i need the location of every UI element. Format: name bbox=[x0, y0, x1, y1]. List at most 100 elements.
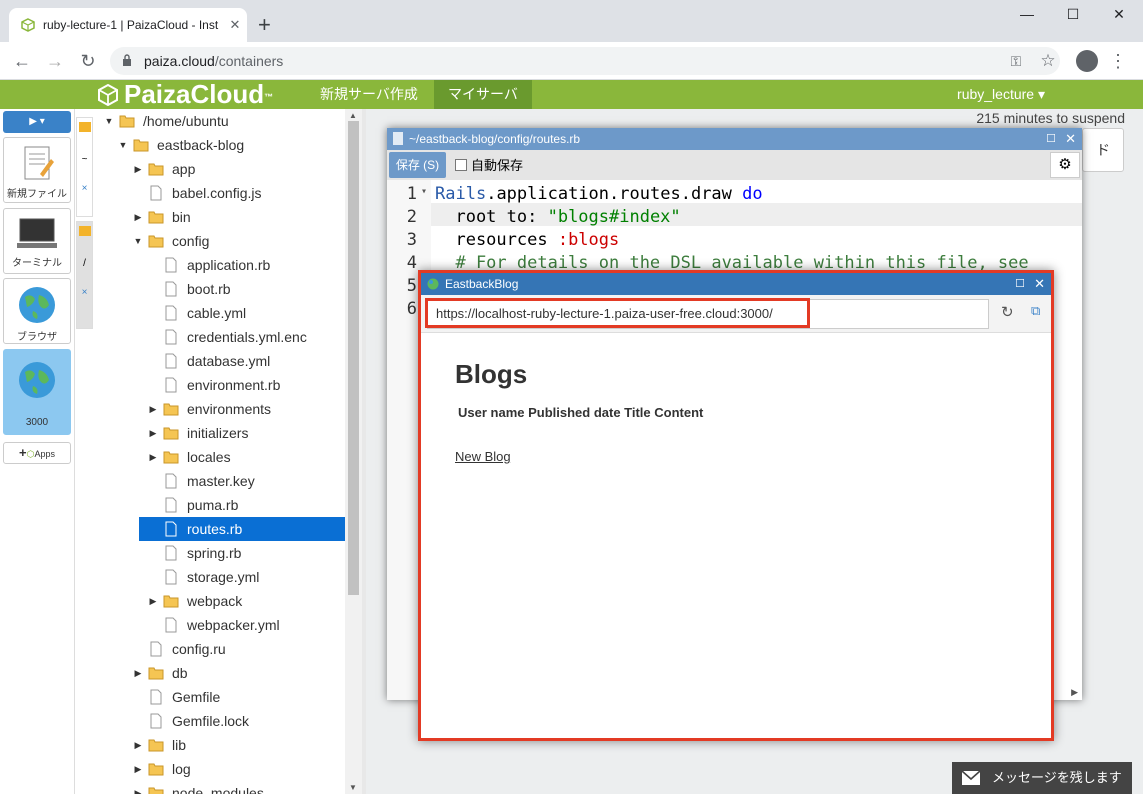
user-menu[interactable]: ruby_lecture ▾ bbox=[957, 80, 1045, 109]
preview-maximize-icon[interactable]: ☐ bbox=[1015, 273, 1025, 295]
file-icon bbox=[150, 185, 162, 201]
apps-button[interactable]: +⬡Apps bbox=[3, 442, 71, 464]
caret-right-icon[interactable]: ▶ bbox=[147, 397, 159, 421]
tree-item[interactable]: cable.yml bbox=[147, 301, 345, 325]
editor-titlebar[interactable]: ~/eastback-blog/config/routes.rb ☐ ✕ bbox=[387, 128, 1082, 150]
browser-tab[interactable]: ruby-lecture-1 | PaizaCloud - Inst ✕ bbox=[9, 8, 247, 42]
tree-item[interactable]: ▶ webpack bbox=[147, 589, 345, 613]
tree-item[interactable]: storage.yml bbox=[147, 565, 345, 589]
tree-item[interactable]: spring.rb bbox=[147, 541, 345, 565]
caret-down-icon[interactable]: ▼ bbox=[103, 109, 115, 133]
tree-item[interactable]: ▼ /home/ubuntu bbox=[103, 109, 345, 133]
paiza-header: PaizaCloud ™ 新規サーバ作成 マイサーバ ruby_lecture ▾ bbox=[0, 80, 1143, 109]
tree-item[interactable]: ▶ bin bbox=[132, 205, 345, 229]
browser-button[interactable]: ブラウザ bbox=[3, 278, 71, 344]
tree-item[interactable]: Gemfile.lock bbox=[132, 709, 345, 733]
code-token: draw bbox=[690, 184, 743, 204]
tree-item-label: app bbox=[172, 161, 196, 177]
tree-item[interactable]: database.yml bbox=[147, 349, 345, 373]
preview-reload-icon[interactable]: ↻ bbox=[1001, 303, 1014, 321]
forward-icon[interactable]: → bbox=[43, 50, 67, 72]
key-icon[interactable]: ⚿ bbox=[1004, 50, 1028, 72]
tree-item-label: node_modules bbox=[172, 785, 264, 794]
file-tab-2[interactable]: / × bbox=[76, 221, 93, 329]
caret-right-icon[interactable]: ▶ bbox=[132, 205, 144, 229]
caret-down-icon[interactable]: ▼ bbox=[132, 229, 144, 253]
tree-item[interactable]: babel.config.js bbox=[132, 181, 345, 205]
chrome-tab-strip: ruby-lecture-1 | PaizaCloud - Inst ✕ + —… bbox=[0, 0, 1143, 42]
editor-scroll-right-icon[interactable]: ▶ bbox=[1071, 687, 1078, 698]
maximize-icon[interactable]: ☐ bbox=[1050, 6, 1096, 26]
tree-item[interactable]: puma.rb bbox=[147, 493, 345, 517]
caret-right-icon[interactable]: ▶ bbox=[132, 781, 144, 794]
caret-right-icon[interactable]: ▶ bbox=[147, 421, 159, 445]
save-button[interactable]: 保存 (S) bbox=[389, 152, 446, 178]
preview-close-icon[interactable]: ✕ bbox=[1034, 273, 1045, 295]
browser-label: ブラウザ bbox=[17, 332, 57, 343]
file-tab-1[interactable]: ~ × bbox=[76, 117, 93, 217]
tree-item[interactable]: ▶ app bbox=[132, 157, 345, 181]
page-heading: Blogs bbox=[455, 359, 528, 389]
apps-label: Apps bbox=[34, 449, 55, 459]
tree-item[interactable]: ▶ node_modules bbox=[132, 781, 345, 794]
tree-item[interactable]: boot.rb bbox=[147, 277, 345, 301]
code-token: . bbox=[486, 184, 497, 204]
minimize-icon[interactable]: — bbox=[1004, 6, 1050, 26]
preview-titlebar[interactable]: EastbackBlog ☐ ✕ bbox=[421, 273, 1051, 295]
tree-item[interactable]: ▶ environments bbox=[147, 397, 345, 421]
menu-my-server[interactable]: マイサーバ bbox=[434, 80, 532, 109]
fold-icon[interactable]: ▾ bbox=[421, 186, 427, 197]
mail-icon bbox=[962, 771, 980, 785]
back-icon[interactable]: ← bbox=[10, 50, 34, 72]
menu-kebab-icon[interactable]: ⋮ bbox=[1106, 50, 1130, 72]
port-3000-button[interactable]: 3000 bbox=[3, 349, 71, 435]
new-file-button[interactable]: 新規ファイル bbox=[3, 137, 71, 203]
caret-right-icon[interactable]: ▶ bbox=[132, 661, 144, 685]
tree-item[interactable]: webpacker.yml bbox=[147, 613, 345, 637]
editor-maximize-icon[interactable]: ☐ bbox=[1046, 128, 1056, 150]
caret-right-icon[interactable]: ▶ bbox=[147, 589, 159, 613]
gear-icon[interactable]: ⚙ bbox=[1050, 152, 1080, 178]
caret-right-icon[interactable]: ▶ bbox=[132, 757, 144, 781]
tree-item[interactable]: routes.rb bbox=[139, 517, 351, 541]
autosave-toggle[interactable]: 自動保存 bbox=[455, 155, 523, 174]
new-tab-icon[interactable]: + bbox=[258, 12, 271, 38]
tree-scrollbar-thumb[interactable] bbox=[348, 121, 359, 595]
tree-item[interactable]: config.ru bbox=[132, 637, 345, 661]
caret-right-icon[interactable]: ▶ bbox=[147, 445, 159, 469]
star-icon[interactable]: ☆ bbox=[1036, 50, 1060, 72]
tab-close-icon[interactable]: ✕ bbox=[223, 17, 247, 33]
tree-item[interactable]: ▼ config bbox=[132, 229, 345, 253]
tree-item[interactable]: ▶ locales bbox=[147, 445, 345, 469]
tree-item[interactable]: ▶ log bbox=[132, 757, 345, 781]
profile-avatar[interactable] bbox=[1076, 50, 1098, 72]
launcher-dropdown-button[interactable]: ▶ ▾ bbox=[3, 111, 71, 133]
tab-close-icon[interactable]: × bbox=[77, 287, 92, 298]
tree-item[interactable]: Gemfile bbox=[132, 685, 345, 709]
window-close-icon[interactable]: ✕ bbox=[1096, 6, 1142, 26]
terminal-button[interactable]: ターミナル bbox=[3, 208, 71, 274]
tree-item-label: locales bbox=[187, 449, 231, 465]
paiza-logo[interactable]: PaizaCloud ™ bbox=[98, 80, 273, 109]
reload-icon[interactable]: ↻ bbox=[76, 50, 100, 72]
tree-item[interactable]: ▶ db bbox=[132, 661, 345, 685]
caret-right-icon[interactable]: ▶ bbox=[132, 157, 144, 181]
editor-close-icon[interactable]: ✕ bbox=[1065, 128, 1076, 150]
background-button[interactable]: ド bbox=[1082, 128, 1124, 172]
open-external-icon[interactable]: ⧉ bbox=[1031, 303, 1040, 319]
tree-item[interactable]: credentials.yml.enc bbox=[147, 325, 345, 349]
message-button[interactable]: メッセージを残します bbox=[952, 762, 1132, 794]
tree-item[interactable]: application.rb bbox=[147, 253, 345, 277]
caret-right-icon[interactable]: ▶ bbox=[132, 733, 144, 757]
caret-down-icon[interactable]: ▼ bbox=[117, 133, 129, 157]
tree-item[interactable]: ▶ lib bbox=[132, 733, 345, 757]
tree-item[interactable]: ▶ initializers bbox=[147, 421, 345, 445]
tree-item[interactable]: environment.rb bbox=[147, 373, 345, 397]
autosave-checkbox[interactable] bbox=[455, 158, 467, 171]
tab-close-icon[interactable]: × bbox=[77, 183, 92, 194]
new-blog-link[interactable]: New Blog bbox=[455, 449, 511, 464]
url-input[interactable]: paiza.cloud/containers bbox=[110, 47, 1060, 75]
tree-item[interactable]: master.key bbox=[147, 469, 345, 493]
tree-item[interactable]: ▼ eastback-blog bbox=[117, 133, 345, 157]
menu-new-server[interactable]: 新規サーバ作成 bbox=[306, 80, 432, 109]
